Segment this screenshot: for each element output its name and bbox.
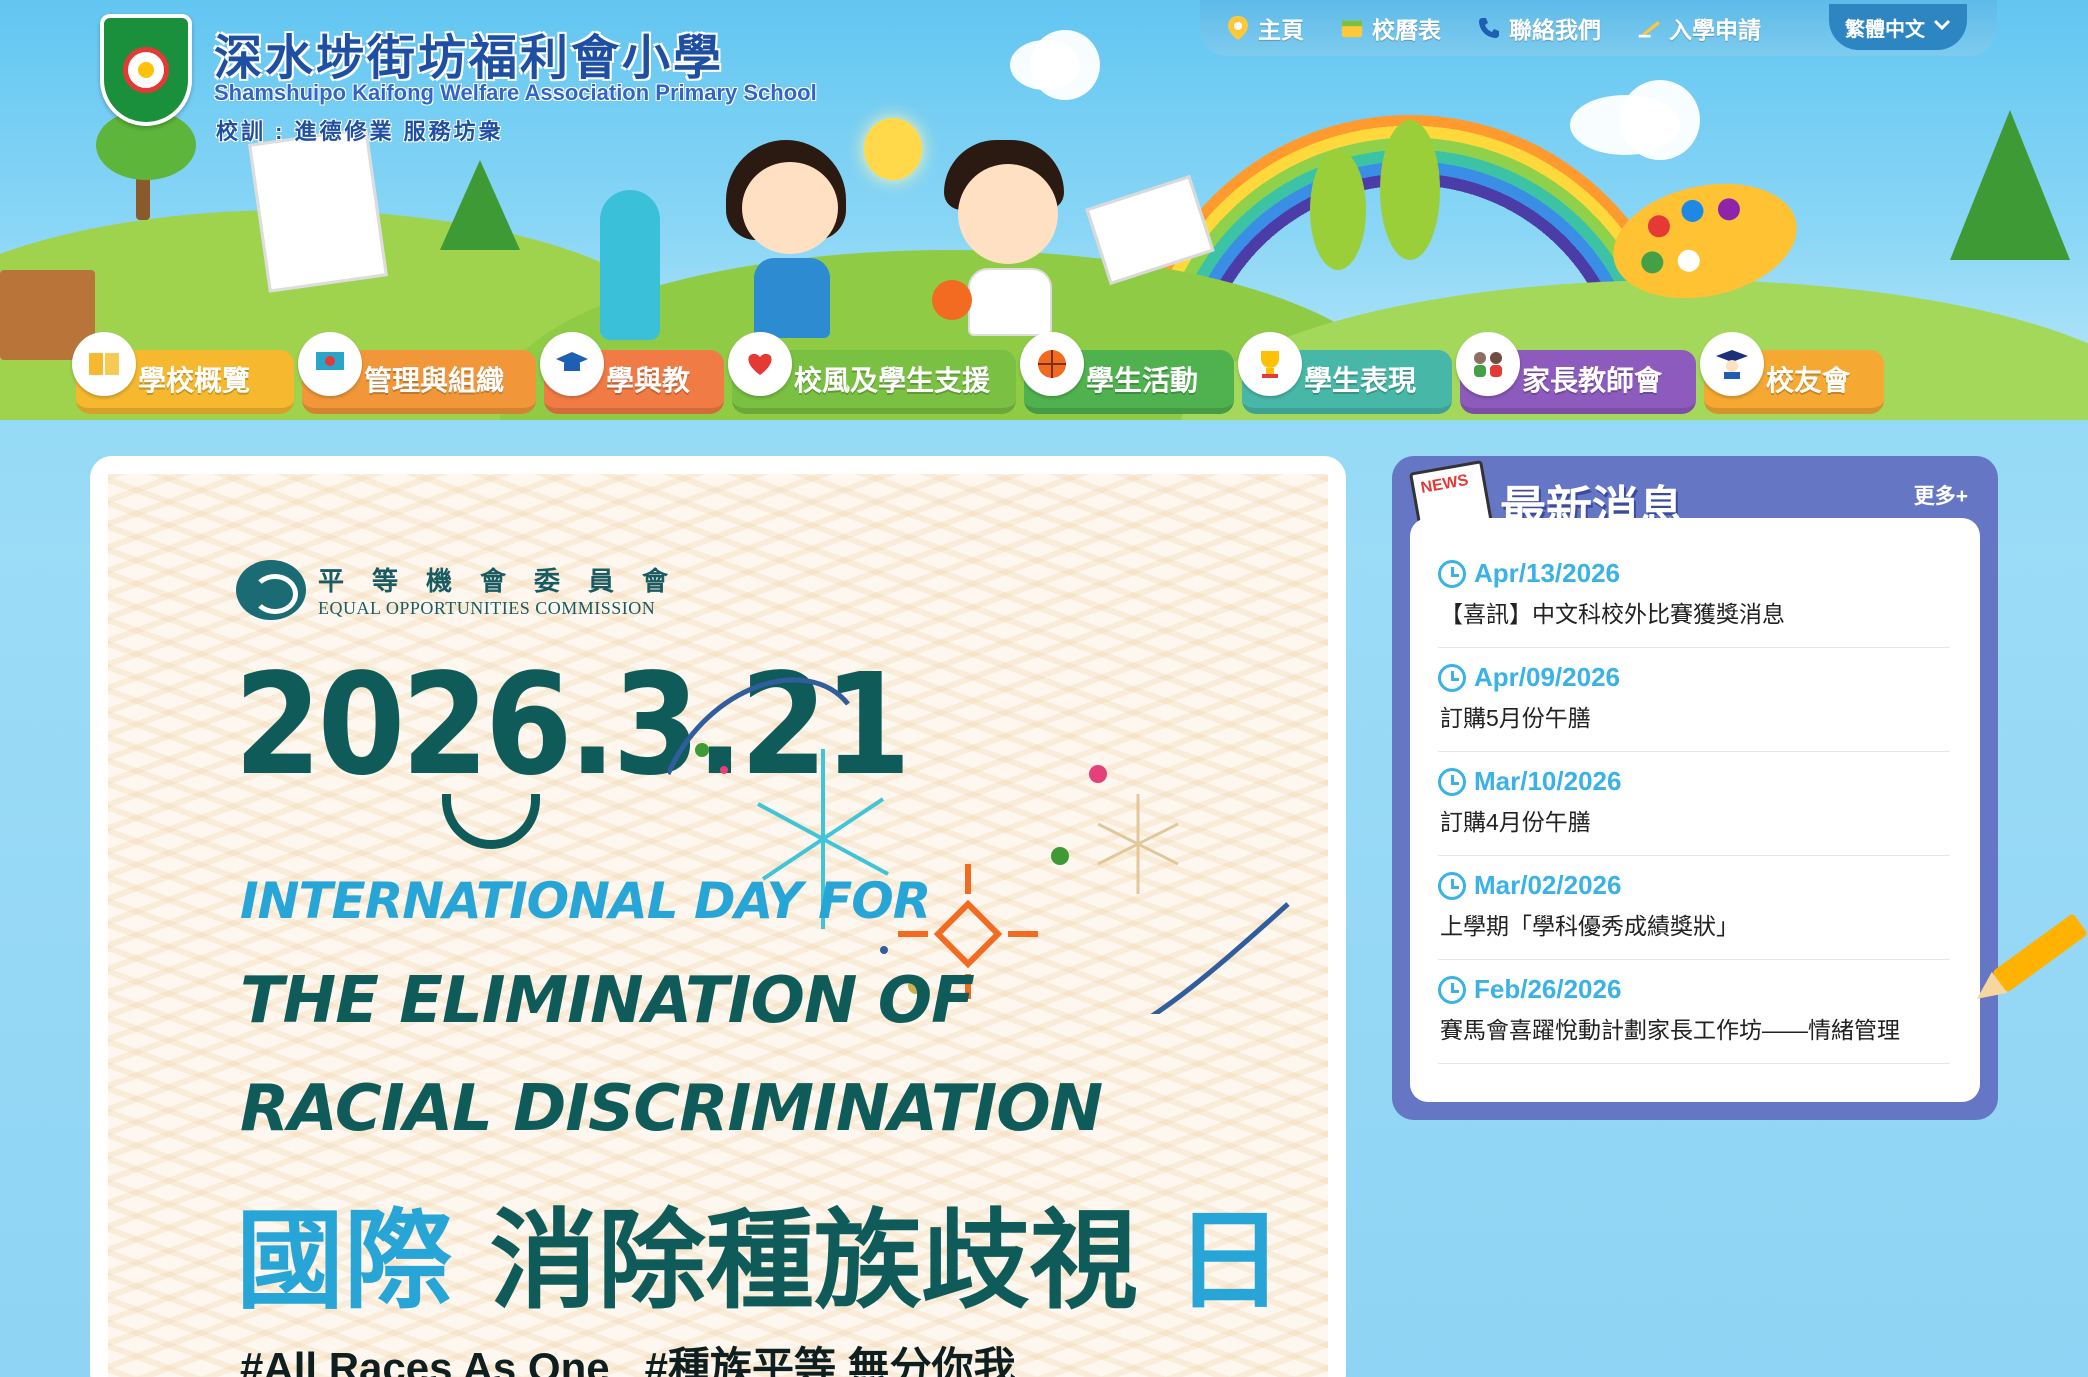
nav-learning-teaching[interactable]: 學與教 bbox=[540, 332, 724, 414]
news-date: Feb/26/2026 bbox=[1474, 974, 1622, 1004]
heart-hand-icon bbox=[728, 332, 792, 396]
clock-icon bbox=[1438, 975, 1466, 1004]
topnav-admission[interactable]: 入學申請 bbox=[1637, 11, 1761, 45]
alumni-icon bbox=[1700, 332, 1764, 396]
clock-icon bbox=[1438, 871, 1466, 900]
nav-pta[interactable]: 家長教師會 bbox=[1456, 332, 1696, 414]
calendar-icon bbox=[1340, 16, 1364, 40]
news-text: 訂購4月份午膳 bbox=[1440, 809, 1591, 835]
topnav-home[interactable]: 主頁 bbox=[1226, 11, 1304, 45]
nav-management[interactable]: 管理與組織 bbox=[298, 332, 536, 414]
school-name-en: Shamshuipo Kaifong Welfare Association P… bbox=[214, 80, 817, 105]
news-item[interactable]: Feb/26/2026 賽馬會喜躍悅動計劃家長工作坊——情緒管理 bbox=[1438, 960, 1950, 1064]
rocket-graphic bbox=[600, 190, 660, 340]
poster-line-3: RACIAL DISCRIMINATION bbox=[240, 1072, 1103, 1146]
news-more-link[interactable]: 更多+ bbox=[1914, 480, 1968, 510]
news-text: 賽馬會喜躍悅動計劃家長工作坊——情緒管理 bbox=[1440, 1017, 1900, 1043]
cloud bbox=[1030, 30, 1100, 100]
news-date: Apr/13/2026 bbox=[1474, 558, 1620, 588]
pine-tree bbox=[440, 160, 520, 250]
news-date: Apr/09/2026 bbox=[1474, 662, 1620, 692]
poster-title-zh-c: 日 bbox=[1175, 1198, 1284, 1324]
chevron-down-icon bbox=[1933, 18, 1951, 36]
lightbulb-icon bbox=[864, 118, 922, 180]
eoc-name-en: EQUAL OPPORTUNITIES COMMISSION bbox=[318, 598, 656, 618]
news-item[interactable]: Apr/09/2026 訂購5月份午膳 bbox=[1438, 648, 1950, 752]
cloud bbox=[1620, 80, 1700, 160]
poster-title-zh-b: 消除種族歧視 bbox=[489, 1198, 1138, 1324]
nav-student-performance[interactable]: 學生表現 bbox=[1238, 332, 1452, 414]
school-name-zh[interactable]: 深水埗街坊福利會小學 bbox=[214, 18, 724, 88]
home-icon bbox=[1226, 16, 1250, 40]
main-nav: 學校概覽 管理與組織 學與教 校風及學生支援 學生活動 學生表現 家長教師會 校… bbox=[72, 332, 1892, 416]
top-utility-nav: 主頁 校曆表 聯絡我們 入學申請 繁體中文 bbox=[1200, 0, 1997, 56]
topnav-calendar[interactable]: 校曆表 bbox=[1340, 11, 1441, 45]
poster-hashtags: #All Races As One #種族平等 無分你我 bbox=[240, 1344, 1016, 1377]
poster-line-2: THE ELIMINATION OF bbox=[240, 964, 975, 1038]
poster-line-1: INTERNATIONAL DAY FOR bbox=[240, 872, 931, 930]
poster-image: 平等機會委員會 EQUAL OPPORTUNITIES COMMISSION 2… bbox=[108, 474, 1328, 1377]
news-date: Mar/02/2026 bbox=[1474, 870, 1622, 900]
poster-title-zh-a: 國際 bbox=[236, 1198, 453, 1324]
fireworks-graphic bbox=[668, 677, 1290, 1014]
eoc-logo-block: 平等機會委員會 EQUAL OPPORTUNITIES COMMISSION bbox=[236, 560, 696, 620]
tree bbox=[1380, 120, 1440, 260]
news-text: 上學期「學科優秀成績獎狀」 bbox=[1440, 913, 1739, 939]
tree bbox=[1310, 150, 1366, 270]
language-select[interactable]: 繁體中文 bbox=[1829, 4, 1967, 50]
smile-graphic bbox=[442, 794, 540, 849]
topnav-contact[interactable]: 聯絡我們 bbox=[1477, 11, 1601, 45]
school-logo[interactable] bbox=[100, 14, 192, 126]
nav-student-activities[interactable]: 學生活動 bbox=[1020, 332, 1234, 414]
clock-icon bbox=[1438, 559, 1466, 588]
news-item[interactable]: Mar/02/2026 上學期「學科優秀成績獎狀」 bbox=[1438, 856, 1950, 960]
clock-icon bbox=[1438, 663, 1466, 692]
news-item[interactable]: Mar/10/2026 訂購4月份午膳 bbox=[1438, 752, 1950, 856]
basketball-icon bbox=[1020, 332, 1084, 396]
pine-tree bbox=[1950, 110, 2070, 260]
pencil-icon bbox=[1637, 16, 1661, 40]
poster-title-zh: 國際 消除種族歧視 日 bbox=[236, 1174, 1283, 1330]
board-icon bbox=[298, 332, 362, 396]
latest-news-panel: 最新消息 更多+ Apr/13/2026 【喜訊】中文科校外比賽獲獎消息 Apr… bbox=[1392, 456, 1998, 1120]
news-list: Apr/13/2026 【喜訊】中文科校外比賽獲獎消息 Apr/09/2026 … bbox=[1410, 518, 1980, 1102]
eoc-name-zh: 平等機會委員會 bbox=[318, 567, 697, 597]
school-motto: 校訓 : 進德修業 服務坊衆 bbox=[216, 119, 504, 144]
trophy-icon bbox=[1238, 332, 1302, 396]
news-text: 【喜訊】中文科校外比賽獲獎消息 bbox=[1440, 601, 1785, 627]
hero-slider[interactable]: 平等機會委員會 EQUAL OPPORTUNITIES COMMISSION 2… bbox=[90, 456, 1346, 1377]
phone-icon bbox=[1477, 16, 1501, 40]
nav-student-support[interactable]: 校風及學生支援 bbox=[728, 332, 1016, 414]
girl-character bbox=[720, 140, 870, 350]
graduation-cap-icon bbox=[540, 332, 604, 396]
news-item[interactable]: Apr/13/2026 【喜訊】中文科校外比賽獲獎消息 bbox=[1438, 544, 1950, 648]
eoc-logo bbox=[236, 560, 306, 620]
family-icon bbox=[1456, 332, 1520, 396]
pencil-decoration bbox=[1991, 913, 2088, 993]
book-icon bbox=[72, 332, 136, 396]
clock-icon bbox=[1438, 767, 1466, 796]
nav-school-overview[interactable]: 學校概覽 bbox=[72, 332, 294, 414]
news-text: 訂購5月份午膳 bbox=[1440, 705, 1591, 731]
nav-alumni[interactable]: 校友會 bbox=[1700, 332, 1884, 414]
easel-canvas bbox=[248, 127, 388, 293]
news-date: Mar/10/2026 bbox=[1474, 766, 1622, 796]
